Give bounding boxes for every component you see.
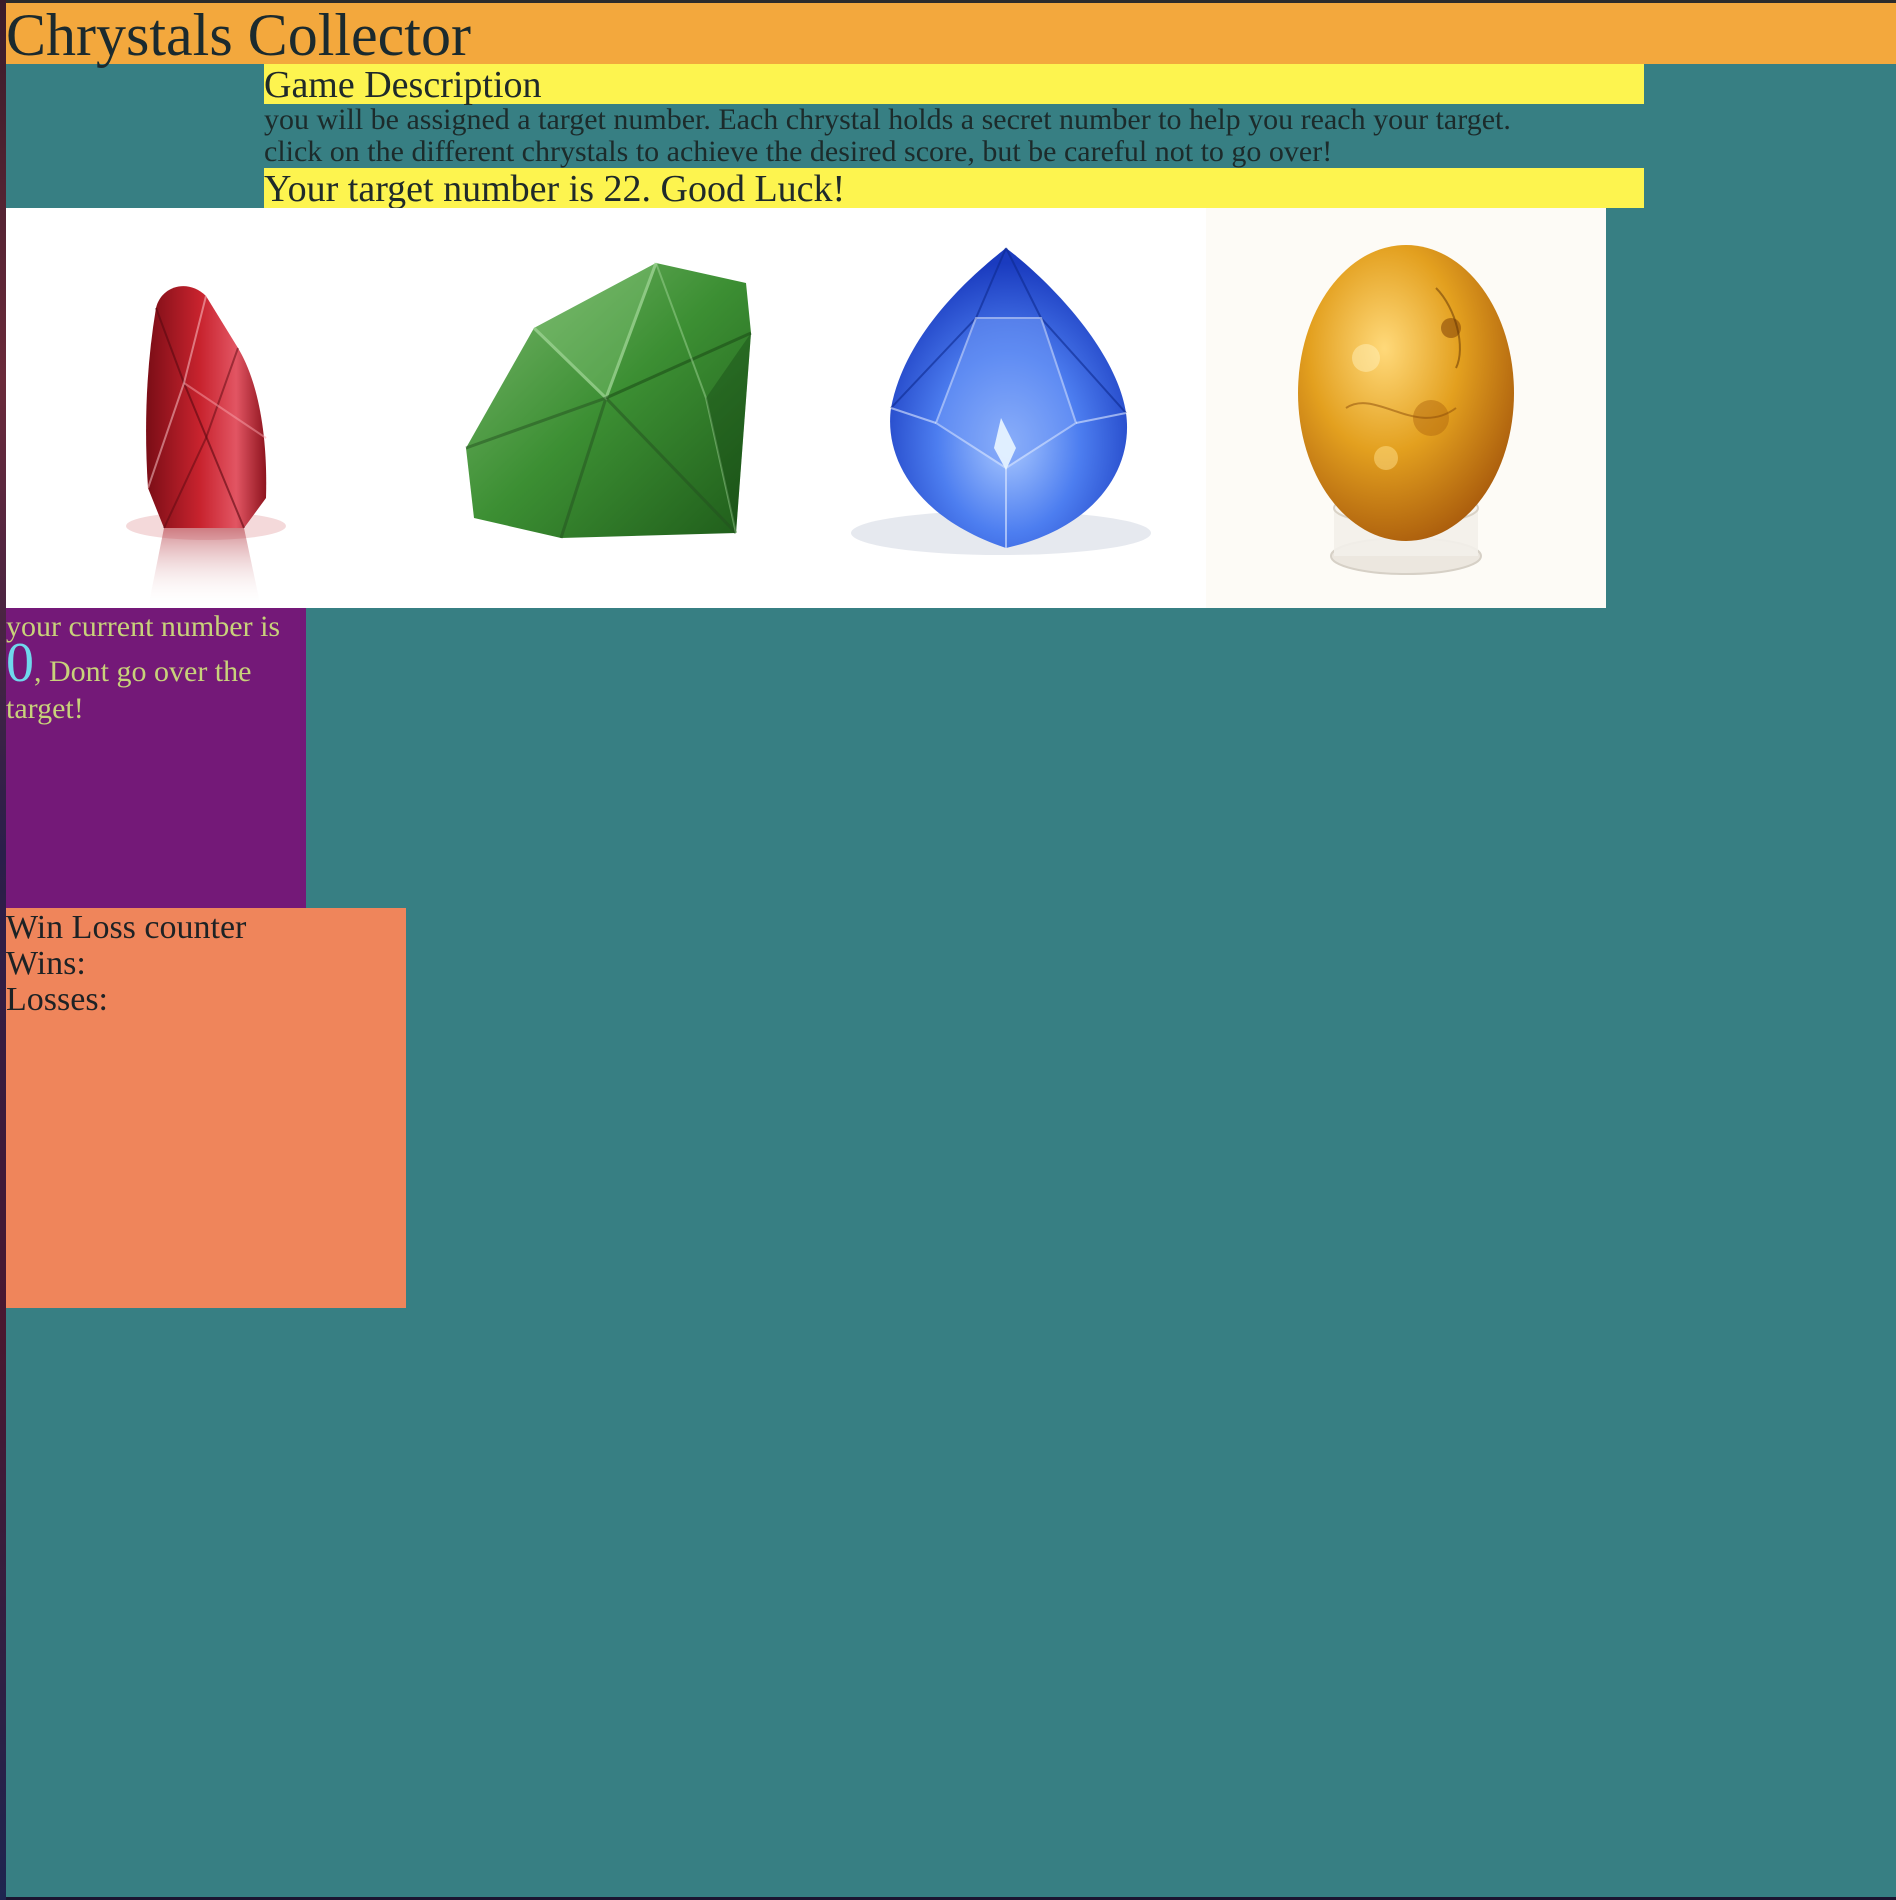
description-line-1: you will be assigned a target number. Ea… bbox=[264, 103, 1511, 136]
losses-label: Losses: bbox=[6, 981, 108, 1018]
crystal-row bbox=[6, 208, 1606, 608]
current-number-value: 0 bbox=[6, 632, 34, 694]
blue-crystal-button[interactable] bbox=[806, 208, 1206, 608]
target-number-banner: Your target number is 22. Good Luck! bbox=[264, 168, 1644, 210]
current-number-prefix: your current number is bbox=[6, 610, 281, 643]
current-number-panel: your current number is 0, Dont go over t… bbox=[6, 608, 306, 908]
win-loss-panel: Win Loss counter Wins: Losses: bbox=[6, 908, 406, 1308]
current-number-suffix: , Dont go over the target! bbox=[6, 655, 252, 725]
green-crystal-button[interactable] bbox=[406, 208, 806, 608]
game-description-heading: Game Description bbox=[264, 64, 1644, 106]
red-gem-icon bbox=[126, 286, 286, 608]
amber-egg-icon bbox=[1298, 245, 1514, 575]
amber-crystal-button[interactable] bbox=[1206, 208, 1606, 608]
green-gem-icon bbox=[465, 262, 752, 539]
blue-gem-icon bbox=[851, 247, 1151, 555]
header-bar: Chrystals Collector bbox=[6, 2, 1896, 68]
game-page: Chrystals Collector Game Description you… bbox=[6, 0, 1896, 1897]
wins-label: Wins: bbox=[6, 945, 86, 982]
page-title: Chrystals Collector bbox=[6, 2, 471, 68]
description-line-2: click on the different chrystals to achi… bbox=[264, 135, 1333, 168]
red-crystal-button[interactable] bbox=[6, 208, 406, 608]
win-loss-heading: Win Loss counter bbox=[6, 909, 247, 946]
game-description-text: you will be assigned a target number. Ea… bbox=[264, 104, 1644, 168]
